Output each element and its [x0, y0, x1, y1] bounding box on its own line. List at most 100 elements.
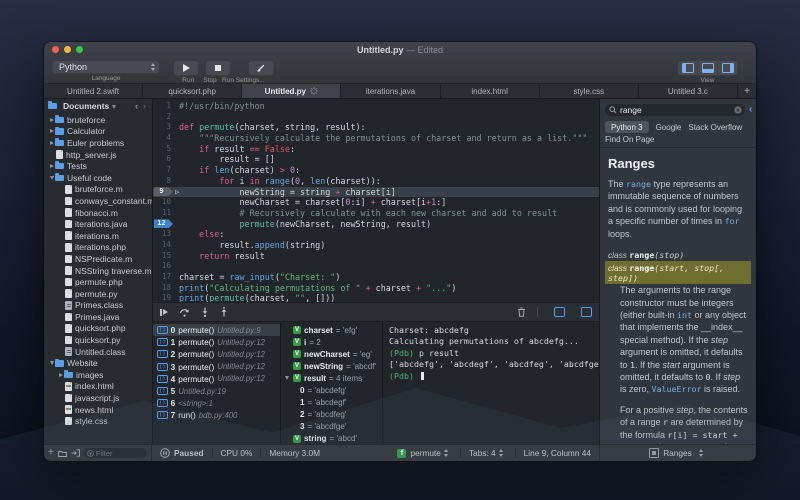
toggle-console-panel-button[interactable] [581, 307, 592, 317]
zoom-window-button[interactable] [76, 46, 83, 53]
line-number-1[interactable]: 1 [153, 101, 179, 112]
view-left-panel-button[interactable] [678, 61, 698, 75]
line-number-19[interactable]: 19 [153, 293, 179, 302]
line-number-10[interactable]: 10 [153, 197, 179, 208]
tree-item-quicksort-php[interactable]: quicksort.php [44, 323, 152, 335]
history-forward-button[interactable]: › [143, 101, 148, 111]
line-number-9[interactable]: 9▷ [153, 187, 179, 198]
line-number-12[interactable]: 12 [153, 219, 179, 230]
tree-item-permute-php[interactable]: permute.php [44, 276, 152, 288]
tree-item-tests[interactable]: Tests [44, 160, 152, 172]
line-number-2[interactable]: 2 [153, 112, 179, 123]
stack-frame-7[interactable]: ()7run()bdb.py:400 [153, 409, 280, 421]
code-line-19[interactable]: 19print(permute(charset, "", [])) [153, 293, 599, 302]
tree-item-nspredicate-m[interactable]: NSPredicate.m [44, 253, 152, 265]
editor-tab-untitled-2-swift[interactable]: Untitled 2.swift [44, 84, 143, 98]
tree-item-iterations-php[interactable]: iterations.php [44, 242, 152, 254]
code-line-11[interactable]: 11 # Recursively calculate with each new… [153, 208, 599, 219]
stack-frame-5[interactable]: ()5Untitled.py:19 [153, 385, 280, 397]
disclosure-open-icon[interactable] [48, 361, 55, 365]
disclosure-open-icon[interactable] [48, 176, 55, 180]
code-line-14[interactable]: 14 result.append(string) [153, 240, 599, 251]
variable-row-string[interactable]: Vstring= 'abcd' [281, 433, 382, 444]
breakpoint-marker[interactable]: 12 [154, 219, 173, 228]
tree-item-useful-code[interactable]: Useful code [44, 172, 152, 184]
editor-tab-iterations-java[interactable]: iterations.java [341, 84, 440, 98]
close-window-button[interactable] [52, 46, 59, 53]
stack-frame-6[interactable]: ()6<string>:1 [153, 397, 280, 409]
disclosure-closed-icon[interactable] [48, 118, 55, 122]
tree-item-euler-problems[interactable]: Euler problems [44, 137, 152, 149]
tree-item-primes-java[interactable]: Primes.java [44, 311, 152, 323]
tree-item-style-css[interactable]: style.css [44, 415, 152, 427]
line-number-13[interactable]: 13 [153, 229, 179, 240]
code-line-6[interactable]: 6 result = [] [153, 154, 599, 165]
tabs-stepper-icon[interactable] [499, 449, 503, 457]
line-number-5[interactable]: 5 [153, 144, 179, 155]
code-line-2[interactable]: 2 [153, 112, 599, 123]
tree-item-website[interactable]: Website [44, 357, 152, 369]
code-line-18[interactable]: 18print("Calculating permutations of " +… [153, 283, 599, 294]
doc-search-input[interactable] [620, 105, 731, 115]
code-line-17[interactable]: 17charset = raw_input("Charset: ") [153, 272, 599, 283]
minimize-window-button[interactable] [64, 46, 71, 53]
tree-item-news-html[interactable]: news.html [44, 404, 152, 416]
variable-row-0[interactable]: 0= 'abcdefg' [281, 384, 382, 396]
import-icon[interactable] [71, 449, 80, 457]
new-tab-button[interactable]: + [738, 84, 756, 98]
line-number-4[interactable]: 4 [153, 133, 179, 144]
code-line-3[interactable]: 3def permute(charset, string, result): [153, 122, 599, 133]
function-selector[interactable]: permute [410, 448, 440, 458]
variable-row-3[interactable]: 3= 'abcdfge' [281, 421, 382, 433]
stack-frame-2[interactable]: ()2permute()Untitled.py:12 [153, 348, 280, 360]
code-line-4[interactable]: 4 """Recursively calculate the permutati… [153, 133, 599, 144]
tree-item-conways-constant-m[interactable]: conways_constant.m [44, 195, 152, 207]
variable-row-1[interactable]: 1= 'abcdegf' [281, 397, 382, 409]
code-line-16[interactable]: 16 [153, 261, 599, 272]
disclosure-closed-icon[interactable] [48, 141, 55, 145]
tree-item-index-html[interactable]: index.html [44, 381, 152, 393]
code-line-8[interactable]: 8 for i in range(0, len(charset)): [153, 176, 599, 187]
step-over-button[interactable] [179, 306, 190, 318]
sidebar-header[interactable]: Documents ‹ › [44, 99, 152, 113]
editor-tab-untitled-3-c[interactable]: Untitled 3.c [639, 84, 738, 98]
code-line-12[interactable]: 12 permute(newCharset, newString, result… [153, 219, 599, 230]
line-number-7[interactable]: 7 [153, 165, 179, 176]
line-number-17[interactable]: 17 [153, 272, 179, 283]
console-panel[interactable]: Charset: abcdefgCalculating permutations… [383, 322, 599, 444]
tree-item-untitled-class[interactable]: Untitled.class [44, 346, 152, 358]
code-line-1[interactable]: 1#!/usr/bin/python [153, 101, 599, 112]
filter-input[interactable] [96, 449, 144, 458]
tree-item-quicksort-py[interactable]: quicksort.py [44, 334, 152, 346]
clear-console-button[interactable] [517, 306, 526, 318]
doc-tab-google[interactable]: Google [656, 123, 682, 132]
code-line-7[interactable]: 7 if len(charset) > 0: [153, 165, 599, 176]
tree-item-permute-py[interactable]: permute.py [44, 288, 152, 300]
editor-tab-index-html[interactable]: index.html [441, 84, 540, 98]
line-number-6[interactable]: 6 [153, 154, 179, 165]
tree-item-http-server-js[interactable]: http_server.js [44, 149, 152, 161]
tree-item-images[interactable]: images [44, 369, 152, 381]
run-button[interactable] [173, 60, 199, 76]
variable-row-2[interactable]: 2= 'abcdfeg' [281, 409, 382, 421]
doc-section-selector[interactable]: Ranges [663, 448, 692, 458]
stack-frame-1[interactable]: ()1permute()Untitled.py:12 [153, 336, 280, 348]
variable-row-newString[interactable]: VnewString= 'abcdf' [281, 360, 382, 372]
disclosure-closed-icon[interactable] [48, 129, 55, 133]
language-select[interactable]: Python [52, 60, 160, 74]
line-number-18[interactable]: 18 [153, 283, 179, 294]
step-into-button[interactable] [201, 306, 209, 318]
stop-button[interactable] [205, 60, 231, 76]
doc-section-stepper-icon[interactable] [699, 449, 703, 457]
function-stepper-icon[interactable] [444, 449, 448, 457]
new-folder-icon[interactable] [58, 450, 67, 457]
breakpoint-marker[interactable]: 9 [154, 187, 173, 196]
stack-frame-3[interactable]: ()3permute()Untitled.py:12 [153, 361, 280, 373]
doc-tab-find-on-page[interactable]: Find On Page [605, 135, 654, 144]
variable-row-charset[interactable]: Vcharset= 'efg' [281, 324, 382, 336]
tree-item-iterations-m[interactable]: iterations.m [44, 230, 152, 242]
stack-frame-4[interactable]: ()4permute()Untitled.py:12 [153, 373, 280, 385]
continue-button[interactable] [160, 306, 168, 318]
run-settings-button[interactable] [248, 60, 274, 76]
disclosure-closed-icon[interactable] [48, 164, 55, 168]
